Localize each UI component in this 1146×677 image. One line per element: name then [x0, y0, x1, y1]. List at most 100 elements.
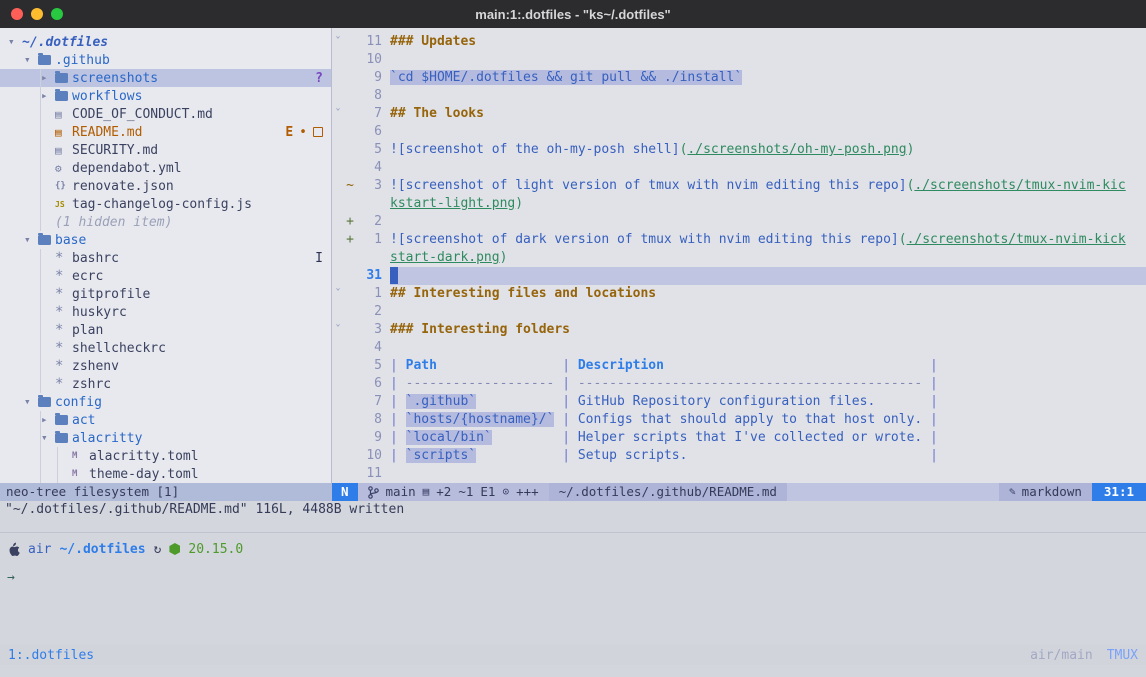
editor-line[interactable]: 6 [332, 123, 1146, 141]
tree-item-alacritty-toml[interactable]: Malacritty.toml [0, 447, 331, 465]
minimize-button[interactable] [31, 8, 43, 20]
toml-icon: M [72, 451, 89, 461]
line-number: 10 [356, 51, 382, 69]
tree-item-gitprofile[interactable]: *gitprofile [0, 285, 331, 303]
tmux-window-name[interactable]: 1:.dotfiles [8, 648, 94, 663]
tree-item-readme-md[interactable]: ▤README.mdE• [0, 123, 331, 141]
tree-item-zshenv[interactable]: *zshenv [0, 357, 331, 375]
tree-item-ecrc[interactable]: *ecrc [0, 267, 331, 285]
chevron-down-icon[interactable]: ▾ [24, 231, 38, 249]
tree-item-alacritty[interactable]: ▾alacritty [0, 429, 331, 447]
tree-item-code-of-conduct-md[interactable]: ▤CODE_OF_CONDUCT.md [0, 105, 331, 123]
tree-item-dotfiles[interactable]: ▾~/.dotfiles [0, 33, 331, 51]
position-text: 31:1 [1104, 484, 1134, 499]
tree-item-renovate-json[interactable]: {}renovate.json [0, 177, 331, 195]
editor-line[interactable]: 4 [332, 339, 1146, 357]
git-sign [344, 141, 356, 159]
tree-item-act[interactable]: ▸act [0, 411, 331, 429]
tree-item-github[interactable]: ▾.github [0, 51, 331, 69]
prompt-arrow[interactable]: → [7, 569, 15, 587]
tree-item-screenshots[interactable]: ▸screenshots? [0, 69, 331, 87]
indent-guide [8, 339, 24, 357]
shell-prompt[interactable]: air ~/.dotfiles ↻ 20.15.0 [0, 539, 243, 559]
git-sign [344, 411, 356, 429]
tree-item-base[interactable]: ▾base [0, 231, 331, 249]
editor-line[interactable]: start-dark.png) [332, 249, 1146, 267]
line-text: | ------------------- | ----------------… [390, 375, 1146, 393]
modified-dot-icon: • [299, 125, 307, 140]
editor-line[interactable]: +1![screenshot of dark version of tmux w… [332, 231, 1146, 249]
editor-line[interactable]: 7| `.github` | GitHub Repository configu… [332, 393, 1146, 411]
editor-line[interactable]: 6| ------------------- | ---------------… [332, 375, 1146, 393]
indent-guide [8, 51, 24, 69]
hint-icon: ⊙ [502, 483, 509, 501]
chevron-right-icon[interactable]: ▸ [41, 411, 55, 429]
tmux-pane-divider[interactable] [0, 532, 1146, 533]
editor-line[interactable]: 2 [332, 303, 1146, 321]
git-sign [344, 159, 356, 177]
editor-line[interactable]: 9`cd $HOME/.dotfiles && git pull && ./in… [332, 69, 1146, 87]
line-number [356, 249, 382, 267]
zoom-button[interactable] [51, 8, 63, 20]
tree-item-security-md[interactable]: ▤SECURITY.md [0, 141, 331, 159]
indent-guide [8, 465, 24, 483]
chevron-down-icon[interactable]: ▾ [24, 393, 38, 411]
tree-item-theme-day-toml[interactable]: Mtheme-day.toml [0, 465, 331, 483]
editor-line[interactable]: +2 [332, 213, 1146, 231]
tree-item-workflows[interactable]: ▸workflows [0, 87, 331, 105]
editor-line[interactable]: ~3![screenshot of light version of tmux … [332, 177, 1146, 195]
tree-item-tag-changelog-config-js[interactable]: JStag-changelog-config.js [0, 195, 331, 213]
fold-marker: ˇ [332, 33, 344, 51]
editor-line[interactable]: 8| `hosts/{hostname}/` | Configs that sh… [332, 411, 1146, 429]
editor-line[interactable]: ˇ11### Updates [332, 33, 1146, 51]
editor-line[interactable]: 31 [332, 267, 1146, 285]
line-number: 11 [356, 33, 382, 51]
tree-item-bashrc[interactable]: *bashrcI [0, 249, 331, 267]
editor-line[interactable]: 11 [332, 465, 1146, 483]
tree-item-label: screenshots [72, 71, 158, 86]
line-text [390, 123, 1146, 141]
chevron-right-icon[interactable]: ▸ [41, 87, 55, 105]
text-segment: | [922, 412, 938, 427]
neotree-list: ▾~/.dotfiles▾.github▸screenshots?▸workfl… [0, 33, 331, 483]
tree-item-1-hidden-item[interactable]: (1 hidden item) [0, 213, 331, 231]
editor-line[interactable]: 9| `local/bin` | Helper scripts that I'v… [332, 429, 1146, 447]
git-sign [344, 465, 356, 483]
editor-line[interactable]: 4 [332, 159, 1146, 177]
text-cursor: I [315, 251, 323, 266]
git-sign [344, 123, 356, 141]
editor-line[interactable]: 10 [332, 51, 1146, 69]
editor-line[interactable]: 5| Path | Description | [332, 357, 1146, 375]
close-button[interactable] [11, 8, 23, 20]
tree-item-shellcheckrc[interactable]: *shellcheckrc [0, 339, 331, 357]
editor-line[interactable]: ˇ3### Interesting folders [332, 321, 1146, 339]
indent-guide [8, 249, 24, 267]
cursor [390, 267, 398, 284]
tree-item-plan[interactable]: *plan [0, 321, 331, 339]
braces-icon: {} [55, 181, 72, 191]
tree-item-dependabot-yml[interactable]: ⚙dependabot.yml [0, 159, 331, 177]
folder-icon [38, 235, 55, 245]
line-number: 1 [356, 231, 382, 249]
editor-line[interactable]: 10| `scripts` | Setup scripts. | [332, 447, 1146, 465]
editor-line[interactable]: 8 [332, 87, 1146, 105]
text-segment: ./screenshots/tmux-nvim-kic [914, 178, 1125, 193]
chevron-down-icon[interactable]: ▾ [24, 51, 38, 69]
editor-line[interactable]: ˇ7## The looks [332, 105, 1146, 123]
tree-item-zshrc[interactable]: *zshrc [0, 375, 331, 393]
chevron-down-icon[interactable]: ▾ [8, 33, 22, 51]
tree-item-huskyrc[interactable]: *huskyrc [0, 303, 331, 321]
tree-item-badges: E• [285, 125, 323, 140]
editor-line[interactable]: kstart-light.png) [332, 195, 1146, 213]
line-number: 11 [356, 465, 382, 483]
git-sign: + [344, 213, 356, 231]
tree-item-label: renovate.json [72, 179, 174, 194]
editor-line[interactable]: 5![screenshot of the oh-my-posh shell](.… [332, 141, 1146, 159]
indent-guide [8, 123, 24, 141]
chevron-down-icon[interactable]: ▾ [41, 429, 55, 447]
editor-line[interactable]: ˇ1## Interesting files and locations [332, 285, 1146, 303]
git-sign [344, 429, 356, 447]
git-sign [344, 357, 356, 375]
chevron-right-icon[interactable]: ▸ [41, 69, 55, 87]
tree-item-config[interactable]: ▾config [0, 393, 331, 411]
